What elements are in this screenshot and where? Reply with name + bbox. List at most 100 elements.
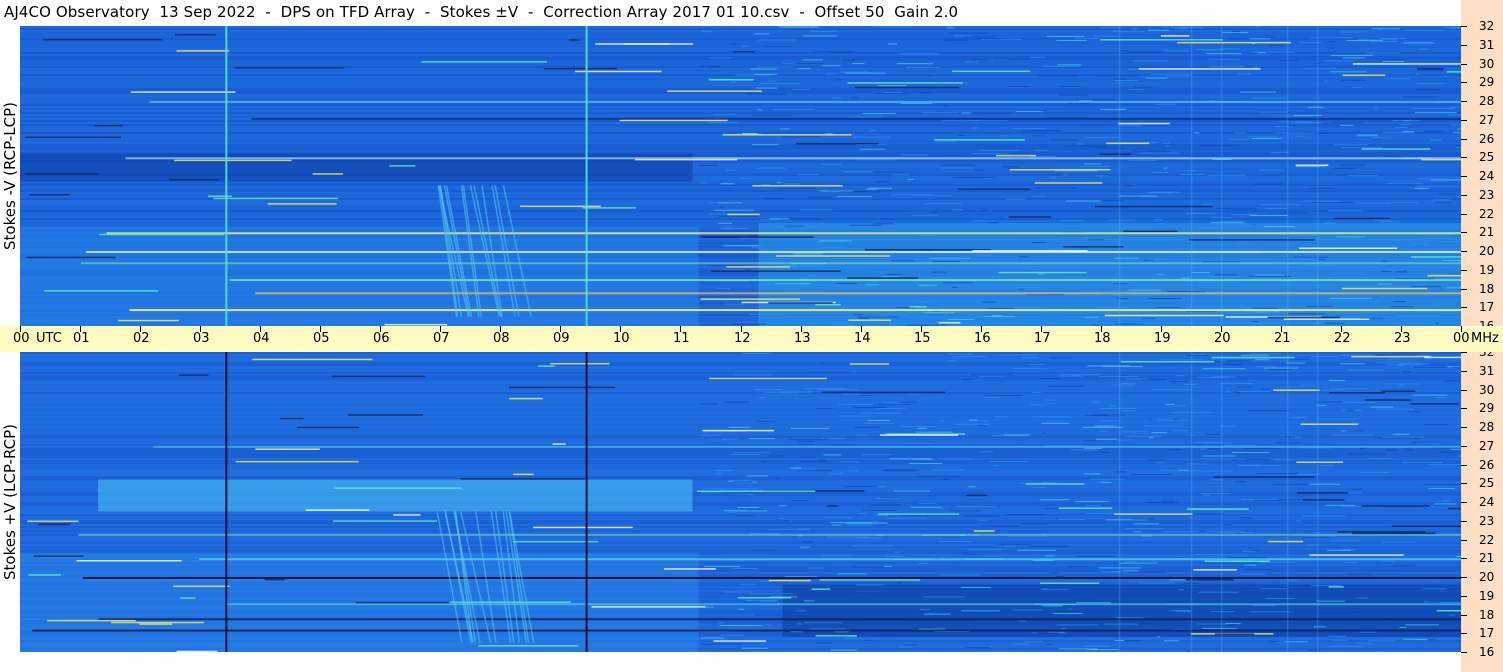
noise-streak	[944, 39, 970, 41]
noise-streak	[1434, 397, 1448, 399]
noise-streak	[869, 130, 877, 132]
noise-streak	[1292, 417, 1307, 419]
noise-streak	[839, 71, 870, 73]
time-tick-label: 00	[1453, 331, 1470, 346]
noise-streak	[859, 148, 886, 150]
noise-streak	[1232, 312, 1261, 314]
noise-streak	[780, 128, 790, 130]
noise-streak	[1444, 27, 1460, 29]
texture-band	[20, 56, 1461, 58]
noise-streak	[792, 88, 811, 90]
noise-streak	[1263, 367, 1298, 369]
time-tick-label: 20	[1214, 331, 1231, 346]
noise-streak	[987, 307, 1015, 309]
short-rfi-streak	[355, 601, 449, 604]
noise-streak	[1329, 71, 1367, 73]
short-rfi-streak	[957, 188, 1030, 190]
noise-streak	[956, 506, 990, 508]
texture-band	[20, 540, 1461, 542]
noise-streak	[1151, 432, 1168, 434]
noise-streak	[977, 425, 985, 427]
noise-streak	[699, 65, 721, 67]
noise-streak	[1206, 53, 1242, 55]
texture-band	[20, 98, 1461, 100]
noise-streak	[1202, 368, 1246, 370]
short-rfi-streak	[1416, 68, 1445, 70]
noise-streak	[903, 443, 935, 445]
noise-streak	[830, 472, 843, 474]
short-rfi-streak	[1446, 71, 1461, 73]
noise-streak	[1359, 631, 1377, 633]
noise-streak	[1064, 648, 1095, 650]
noise-streak	[916, 431, 953, 433]
time-tick-label: 15	[914, 331, 931, 346]
noise-streak	[752, 144, 779, 146]
texture-band	[20, 204, 1461, 206]
frequency-tick	[1461, 446, 1467, 447]
noise-streak	[1045, 508, 1059, 510]
noise-streak	[1078, 598, 1097, 600]
short-rfi-streak	[76, 559, 182, 562]
noise-streak	[1268, 599, 1285, 601]
noise-streak	[1133, 60, 1169, 62]
noise-streak	[1347, 175, 1378, 177]
noise-streak	[1197, 376, 1231, 378]
noise-streak	[1205, 530, 1245, 532]
short-rfi-streak	[1123, 230, 1178, 233]
noise-streak	[808, 371, 851, 373]
noise-streak	[755, 420, 776, 422]
short-rfi-streak	[509, 397, 543, 400]
noise-streak	[861, 454, 892, 456]
noise-streak	[756, 167, 786, 169]
noise-streak	[821, 285, 862, 287]
noise-streak	[1184, 170, 1197, 172]
time-tick-label: 16	[974, 331, 991, 346]
noise-streak	[836, 196, 872, 198]
noise-streak	[751, 114, 792, 116]
noise-streak	[703, 606, 715, 608]
noise-streak	[1366, 269, 1401, 271]
noise-streak	[1112, 295, 1149, 297]
noise-streak	[1110, 281, 1137, 283]
noise-streak	[791, 63, 826, 65]
noise-streak	[1424, 130, 1443, 132]
texture-band	[20, 122, 1461, 124]
noise-streak	[1360, 472, 1389, 474]
texture-band	[20, 124, 1461, 126]
noise-streak	[768, 287, 798, 289]
noise-streak	[838, 415, 875, 417]
noise-streak	[1248, 275, 1291, 277]
short-rfi-streak	[855, 86, 960, 89]
short-rfi-streak	[722, 134, 852, 136]
noise-streak	[1265, 36, 1275, 38]
noise-streak	[837, 573, 868, 575]
noise-streak	[917, 234, 934, 236]
noise-streak	[823, 454, 842, 456]
noise-streak	[1333, 144, 1368, 146]
noise-streak	[1356, 134, 1378, 136]
noise-streak	[961, 112, 972, 114]
noise-streak	[1417, 185, 1458, 187]
noise-streak	[1083, 163, 1101, 165]
noise-streak	[1252, 307, 1279, 309]
noise-streak	[1214, 274, 1238, 276]
short-rfi-streak	[934, 139, 1025, 141]
noise-streak	[1159, 359, 1203, 361]
noise-streak	[1130, 473, 1172, 475]
noise-streak	[793, 468, 817, 470]
noise-streak	[784, 225, 804, 227]
faint-vertical-line	[1190, 26, 1193, 326]
noise-streak	[822, 555, 851, 557]
noise-streak	[939, 420, 945, 422]
texture-band	[20, 442, 1461, 444]
short-rfi-streak	[972, 250, 1088, 252]
noise-streak	[886, 273, 902, 275]
noise-streak	[1097, 430, 1109, 432]
noise-streak	[893, 551, 902, 553]
short-rfi-streak	[393, 514, 421, 516]
noise-streak	[700, 492, 721, 494]
noise-streak	[1311, 584, 1342, 586]
noise-streak	[1163, 640, 1180, 642]
noise-streak	[1264, 207, 1287, 209]
noise-streak	[791, 499, 809, 501]
